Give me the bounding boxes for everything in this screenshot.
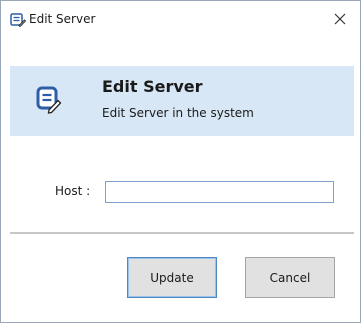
- close-button[interactable]: [326, 6, 354, 32]
- edit-server-dialog: Edit Server Edit Server Edit Server in t…: [0, 0, 361, 323]
- update-button[interactable]: Update: [127, 257, 217, 298]
- header-panel: Edit Server Edit Server in the system: [10, 66, 354, 136]
- host-input[interactable]: [105, 181, 334, 203]
- divider: [10, 232, 354, 234]
- close-icon: [334, 10, 346, 29]
- window-title: Edit Server: [29, 12, 96, 26]
- edit-server-icon: [10, 12, 27, 28]
- header-title: Edit Server: [102, 77, 203, 96]
- title-bar: Edit Server: [1, 1, 360, 37]
- host-label: Host :: [55, 184, 91, 198]
- header-subtitle: Edit Server in the system: [102, 106, 254, 120]
- edit-server-icon: [36, 86, 62, 114]
- cancel-button[interactable]: Cancel: [245, 257, 335, 298]
